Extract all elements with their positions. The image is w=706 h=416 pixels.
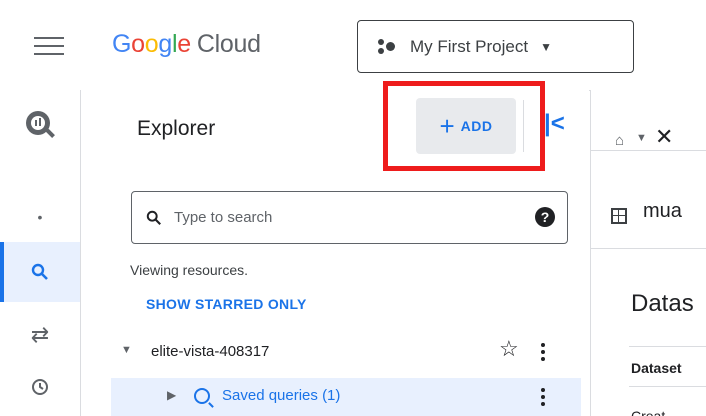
project-id: elite-vista-408317 bbox=[151, 343, 270, 360]
viewing-resources-text: Viewing resources. bbox=[130, 262, 249, 278]
active-indicator bbox=[0, 242, 4, 302]
explorer-title: Explorer bbox=[137, 117, 216, 140]
tab-bar bbox=[591, 90, 706, 151]
history-icon[interactable] bbox=[0, 362, 80, 412]
dataset-info-heading: Datas bbox=[631, 290, 694, 317]
expand-arrow-icon[interactable]: ▼ bbox=[121, 344, 132, 356]
overview-dot-icon[interactable]: • bbox=[0, 187, 80, 247]
chevron-down-icon[interactable]: ▼ bbox=[636, 132, 647, 144]
editor-pane: ⌂ ▼ ✕ mua Datas Dataset Creat bbox=[590, 90, 706, 416]
table-icon bbox=[611, 208, 627, 224]
saved-queries-row[interactable]: ▶ Saved queries (1) bbox=[111, 378, 581, 416]
project-picker-button[interactable]: My First Project ▼ bbox=[357, 20, 634, 73]
left-nav-rail: • ⇄ bbox=[0, 90, 81, 416]
dataset-column-header: Dataset bbox=[631, 360, 682, 376]
search-input[interactable] bbox=[172, 208, 506, 227]
home-icon[interactable]: ⌂ bbox=[615, 132, 624, 149]
divider bbox=[591, 248, 706, 249]
bigquery-icon[interactable] bbox=[0, 95, 80, 155]
project-tree-row[interactable]: ▼ elite-vista-408317 ☆ bbox=[111, 334, 571, 370]
search-icon[interactable] bbox=[0, 242, 80, 302]
collapse-panel-icon[interactable]: |< bbox=[544, 110, 572, 138]
more-options-icon[interactable] bbox=[541, 388, 547, 406]
main-menu-icon[interactable] bbox=[34, 33, 64, 59]
saved-query-icon bbox=[194, 388, 210, 404]
divider bbox=[629, 346, 706, 347]
transfers-icon[interactable]: ⇄ bbox=[0, 310, 80, 360]
close-icon[interactable]: ✕ bbox=[655, 124, 673, 150]
google-cloud-logo[interactable]: Google Cloud bbox=[112, 30, 261, 59]
show-starred-only-link[interactable]: SHOW STARRED ONLY bbox=[146, 296, 307, 312]
help-icon[interactable]: ? bbox=[535, 207, 555, 227]
saved-queries-label: Saved queries (1) bbox=[222, 387, 341, 404]
project-icon bbox=[376, 37, 400, 57]
top-bar: Google Cloud My First Project ▼ bbox=[0, 0, 706, 91]
chevron-down-icon: ▼ bbox=[540, 39, 552, 54]
table-name: mua bbox=[643, 200, 682, 222]
expand-arrow-icon[interactable]: ▶ bbox=[167, 388, 176, 402]
divider bbox=[629, 386, 706, 387]
more-options-icon[interactable] bbox=[541, 343, 547, 361]
project-name: My First Project bbox=[410, 36, 529, 56]
search-icon bbox=[146, 210, 161, 225]
highlight-annotation bbox=[383, 81, 545, 171]
explorer-search-box[interactable]: ? bbox=[131, 191, 568, 244]
star-icon[interactable]: ☆ bbox=[499, 336, 519, 362]
dataset-info-cell: Creat bbox=[631, 408, 666, 416]
